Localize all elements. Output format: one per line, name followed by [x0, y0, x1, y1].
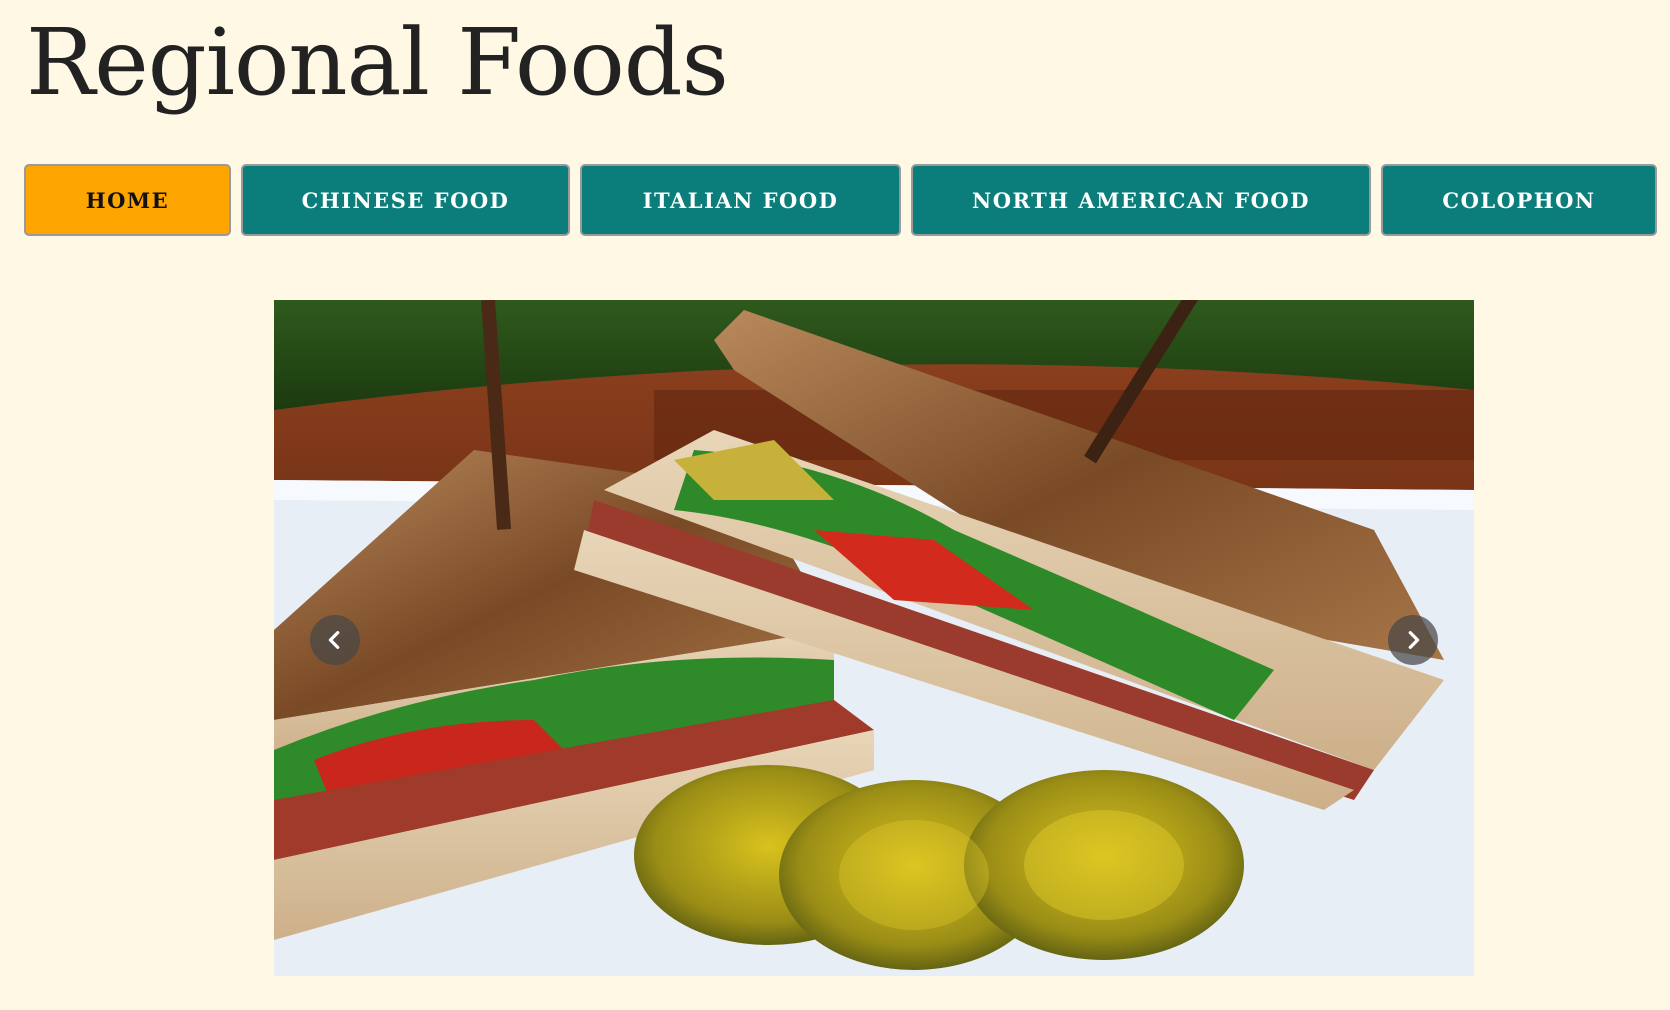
nav-item-north-american-food[interactable]: NORTH AMERICAN FOOD — [911, 164, 1371, 236]
site-title: Regional Foods — [26, 9, 729, 116]
nav-item-italian-food[interactable]: ITALIAN FOOD — [580, 164, 901, 236]
nav-item-home[interactable]: HOME — [24, 164, 231, 236]
nav-item-colophon[interactable]: COLOPHON — [1381, 164, 1657, 236]
carousel-image — [274, 300, 1474, 976]
carousel-prev-button[interactable] — [310, 615, 360, 665]
chevron-right-icon — [1408, 631, 1420, 649]
nav-item-chinese-food[interactable]: CHINESE FOOD — [241, 164, 570, 236]
chevron-left-icon — [328, 631, 340, 649]
image-carousel — [274, 300, 1474, 976]
carousel-next-button[interactable] — [1388, 615, 1438, 665]
main-nav: HOME CHINESE FOOD ITALIAN FOOD NORTH AME… — [24, 164, 1657, 236]
